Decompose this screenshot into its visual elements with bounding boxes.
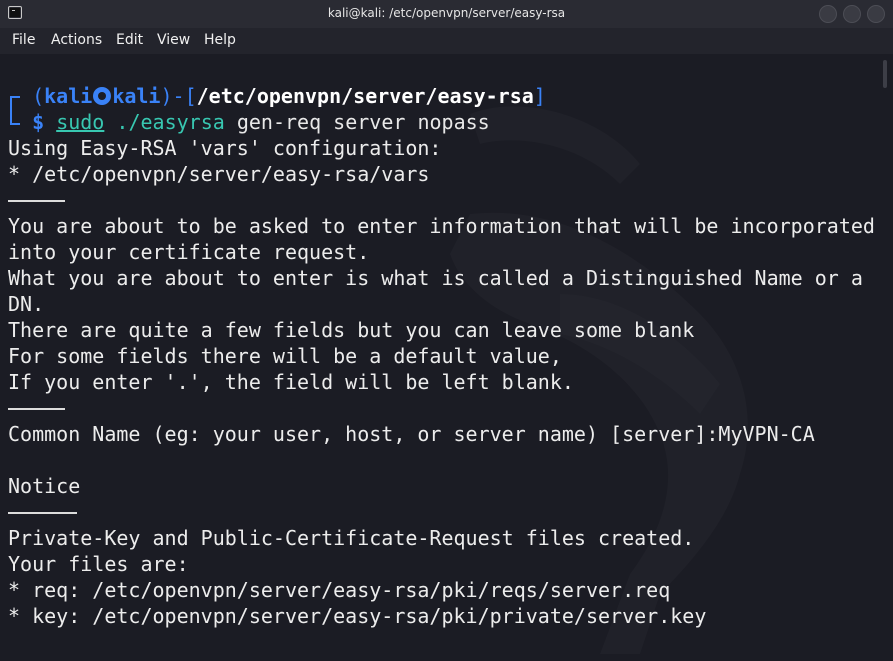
maximize-button[interactable] (843, 5, 861, 23)
menu-bar: File Actions Edit View Help (0, 28, 893, 54)
prompt-open-paren: ( (32, 84, 45, 108)
prompt-close-bracket: ] (533, 84, 546, 108)
separator-rule (8, 512, 77, 514)
output-line: For some fields there will be a default … (8, 344, 562, 368)
prompt-dollar: $ (32, 110, 45, 134)
command-args: gen-req server nopass (236, 110, 490, 134)
prompt-cwd: /etc/openvpn/server/easy-rsa (196, 84, 534, 108)
output-line: You are about to be asked to enter infor… (8, 214, 875, 238)
menu-file[interactable]: File (12, 32, 35, 48)
window-title: kali@kali: /etc/openvpn/server/easy-rsa (327, 6, 566, 20)
output-line: * /etc/openvpn/server/easy-rsa/vars (8, 162, 430, 186)
minimize-button[interactable] (819, 5, 837, 23)
output-line: What you are about to enter is what is c… (8, 266, 863, 290)
output-line: * req: /etc/openvpn/server/easy-rsa/pki/… (8, 578, 671, 602)
close-button[interactable] (867, 5, 885, 23)
output-line: Private-Key and Public-Certificate-Reque… (8, 526, 695, 550)
terminal-window: kali@kali: /etc/openvpn/server/easy-rsa … (0, 0, 893, 661)
output-line: If you enter '.', the field will be left… (8, 370, 574, 394)
separator-rule (8, 200, 65, 202)
menu-actions[interactable]: Actions (51, 32, 102, 48)
output-line: * key: /etc/openvpn/server/easy-rsa/pki/… (8, 604, 707, 628)
menu-edit[interactable]: Edit (116, 32, 143, 48)
output-line: Common Name (eg: your user, host, or ser… (8, 422, 815, 446)
menu-view[interactable]: View (157, 32, 190, 48)
prompt-open-bracket: [ (184, 84, 197, 108)
separator-rule (8, 408, 65, 410)
kali-skull-icon (93, 87, 112, 105)
output-line: into your certificate request. (8, 240, 370, 264)
scrollbar[interactable] (883, 60, 887, 88)
prompt-host: kali (112, 84, 161, 108)
output-line: DN. (8, 292, 45, 316)
command-name: ./easyrsa (116, 110, 225, 134)
prompt-close-paren: ) (160, 84, 173, 108)
command-sudo: sudo (56, 110, 105, 134)
terminal-output[interactable]: (kali kali)-[/etc/openvpn/server/easy-rsa… (0, 54, 893, 661)
notice-heading: Notice (8, 474, 81, 498)
output-line: Your files are: (8, 552, 189, 576)
prompt-dash: - (172, 84, 185, 108)
menu-help[interactable]: Help (204, 32, 236, 48)
prompt-user: kali (44, 84, 93, 108)
output-line: There are quite a few fields but you can… (8, 318, 695, 342)
output-line: Using Easy-RSA 'vars' configuration: (8, 136, 442, 160)
title-bar[interactable]: kali@kali: /etc/openvpn/server/easy-rsa (0, 0, 893, 28)
prompt-line-2: $ sudo ./easyrsa gen-req server nopass (8, 109, 490, 135)
prompt-line-1: (kali kali)-[/etc/openvpn/server/easy-rsa… (8, 83, 546, 109)
